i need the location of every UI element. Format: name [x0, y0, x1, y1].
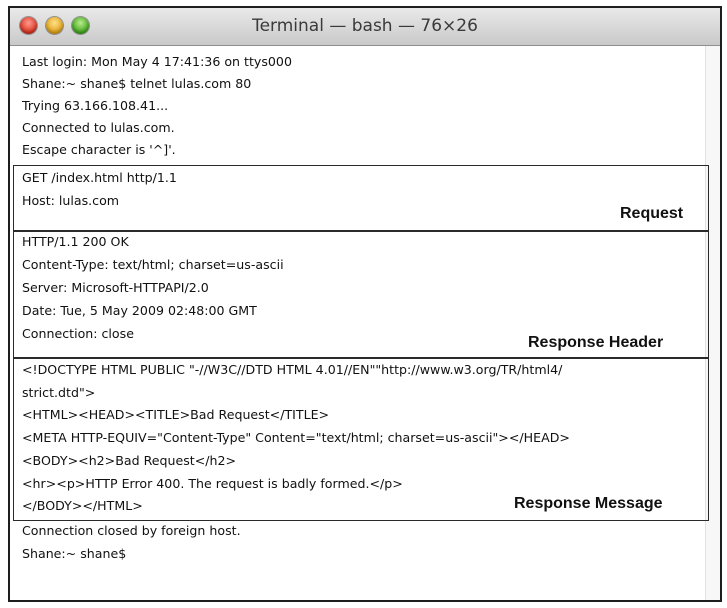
terminal-prompt[interactable]: Shane:~ shane$ — [22, 546, 126, 561]
title-bar[interactable]: Terminal — bash — 76×26 — [10, 8, 720, 46]
response-header-line: Content-Type: text/html; charset=us-asci… — [22, 257, 284, 272]
window-title: Terminal — bash — 76×26 — [252, 16, 478, 36]
terminal-line: Connected to lulas.com. — [22, 120, 175, 135]
request-line: GET /index.html http/1.1 — [22, 170, 177, 185]
response-header-label: Response Header — [528, 334, 664, 351]
terminal-line: Escape character is '^]'. — [22, 142, 176, 157]
response-header-line: Server: Microsoft-HTTPAPI/2.0 — [22, 280, 209, 295]
response-header-line: HTTP/1.1 200 OK — [22, 234, 129, 249]
response-message-line: </BODY></HTML> — [22, 498, 143, 513]
response-message-line: <!DOCTYPE HTML PUBLIC "-//W3C//DTD HTML … — [22, 362, 563, 377]
terminal-line: Shane:~ shane$ telnet lulas.com 80 — [22, 76, 252, 91]
response-message-line: <hr><p>HTTP Error 400. The request is ba… — [22, 476, 403, 491]
response-message-line: strict.dtd"> — [22, 385, 96, 400]
response-header-line: Date: Tue, 5 May 2009 02:48:00 GMT — [22, 303, 257, 318]
response-message-line: <HTML><HEAD><TITLE>Bad Request</TITLE> — [22, 407, 330, 422]
terminal-line: Trying 63.166.108.41... — [22, 98, 169, 113]
response-message-label: Response Message — [514, 495, 663, 512]
response-header-line: Connection: close — [22, 326, 134, 341]
response-message-line: <BODY><h2>Bad Request</h2> — [22, 453, 237, 468]
terminal-window: Terminal — bash — 76×26 Last login: Mon … — [8, 6, 722, 602]
request-line: Host: lulas.com — [22, 193, 120, 208]
response-message-line: <META HTTP-EQUIV="Content-Type" Content=… — [22, 430, 570, 445]
request-label: Request — [620, 205, 684, 222]
terminal-line: Connection closed by foreign host. — [22, 523, 241, 538]
terminal-line: Last login: Mon May 4 17:41:36 on ttys00… — [22, 54, 292, 69]
